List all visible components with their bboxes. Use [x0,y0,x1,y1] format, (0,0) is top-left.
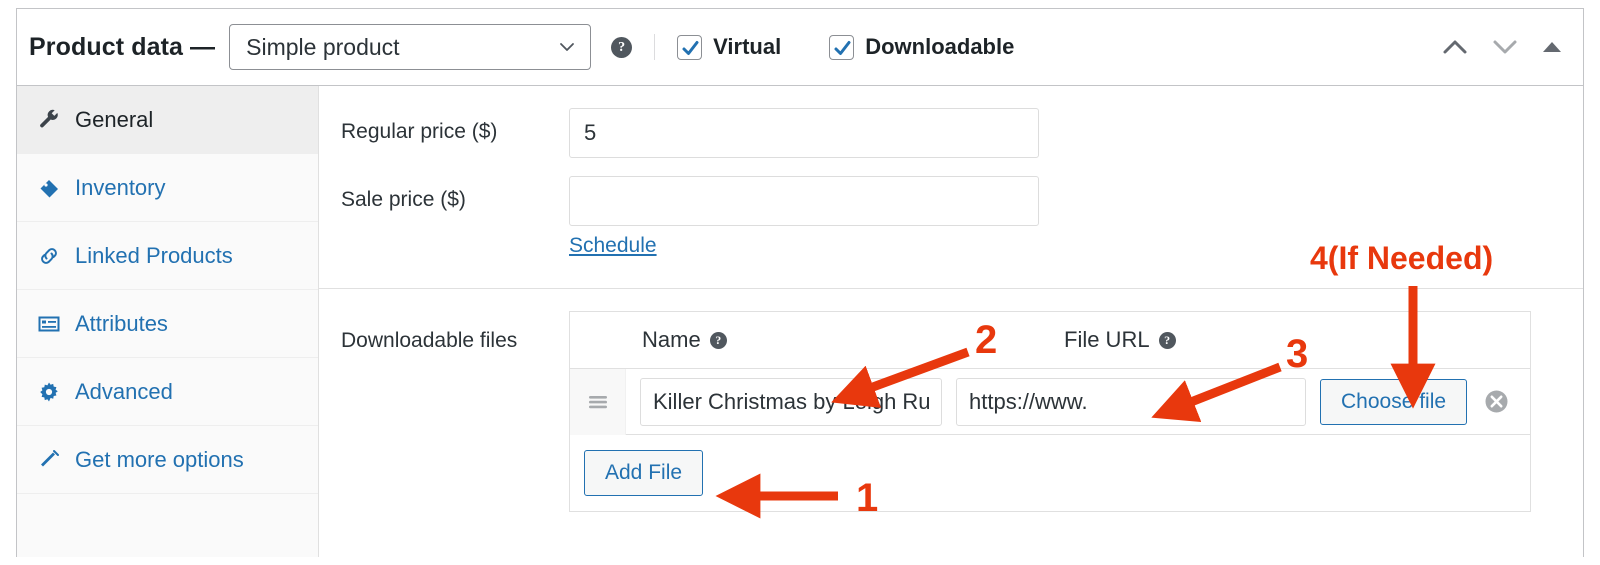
product-data-body: General Inventory Linked Products Attrib… [17,86,1583,557]
table-header-row: Name ? File URL ? [570,312,1530,369]
table-footer-row: Add File [570,435,1530,511]
help-circle-icon[interactable]: ? [611,36,633,58]
remove-circle-icon[interactable] [1483,388,1510,415]
sidebar-item-advanced[interactable]: Advanced [17,358,318,426]
downloadable-files-label: Downloadable files [341,329,518,352]
pricing-section: Regular price ($) Sale price ($) Schedul… [319,86,1583,289]
gear-icon [37,380,63,404]
virtual-label: Virtual [713,34,782,59]
chevron-down-icon[interactable] [1491,37,1519,57]
sidebar-item-label: General [75,106,154,132]
chevron-down-icon [558,38,576,56]
checkbox-box [829,34,855,60]
file-url-column-header: File URL ? [1050,327,1530,353]
file-url-cell [950,377,1314,426]
tag-icon [37,176,63,200]
sidebar-item-label: Attributes [75,310,168,336]
sidebar-item-attributes[interactable]: Attributes [17,290,318,358]
product-data-header: Product data — Simple product ? Virtual [17,9,1583,86]
chevron-up-icon[interactable] [1441,37,1469,57]
drag-handle-icon[interactable] [570,368,626,435]
downloadable-label: Downloadable [865,34,1015,59]
regular-price-input[interactable] [569,108,1039,158]
downloadable-checkbox[interactable]: Downloadable [829,34,1014,60]
list-icon [37,312,63,336]
general-tab-panel: Regular price ($) Sale price ($) Schedul… [319,86,1583,557]
help-circle-icon[interactable]: ? [709,331,727,349]
sidebar-item-label: Advanced [75,378,173,404]
product-data-panel: Product data — Simple product ? Virtual [16,8,1584,557]
table-row: Choose file [570,368,1530,435]
sidebar-item-label: Inventory [75,174,166,200]
regular-price-label: Regular price ($) [341,120,498,143]
screenshot-root: Product data — Simple product ? Virtual [0,0,1600,565]
page-title: Product data — [29,32,216,61]
file-name-input[interactable] [640,377,942,426]
sidebar-item-inventory[interactable]: Inventory [17,154,318,222]
sidebar-item-general[interactable]: General [17,86,318,154]
sale-price-label: Sale price ($) [341,188,466,211]
product-data-tabs: General Inventory Linked Products Attrib… [17,86,319,557]
sidebar-item-get-more-options[interactable]: Get more options [17,426,318,494]
schedule-link[interactable]: Schedule [569,234,657,258]
sidebar-item-label: Linked Products [75,242,233,268]
file-url-column-label: File URL [1064,327,1150,352]
header-divider [654,34,656,60]
product-type-select[interactable]: Simple product [229,24,592,70]
file-url-input[interactable] [956,377,1306,426]
choose-file-button[interactable]: Choose file [1320,378,1468,425]
name-column-label: Name [642,327,701,352]
panel-order-actions [1441,37,1569,57]
checkbox-box [677,34,703,60]
sale-price-input[interactable] [569,176,1039,226]
virtual-checkbox[interactable]: Virtual [677,34,781,60]
name-column-header: Name ? [626,327,1050,353]
sidebar-item-linked-products[interactable]: Linked Products [17,222,318,290]
downloadable-files-section: Downloadable files Name ? File URL ? Kil… [319,289,1583,512]
file-actions-cell: Choose file [1314,378,1530,425]
add-file-button[interactable]: Add File [584,450,704,496]
sidebar-item-label: Get more options [75,446,244,472]
product-type-value: Simple product [246,33,400,60]
sale-price-row: Sale price ($) Schedule [319,176,1583,258]
file-name-cell [626,377,950,426]
regular-price-row: Regular price ($) [319,108,1583,158]
help-circle-icon[interactable]: ? [1158,331,1176,349]
link-icon [37,244,63,268]
wrench-icon [37,108,63,132]
downloadable-files-table: Name ? File URL ? Killer Christmas by Le… [569,311,1531,512]
triangle-up-icon[interactable] [1541,37,1563,57]
plug-icon [37,448,63,472]
